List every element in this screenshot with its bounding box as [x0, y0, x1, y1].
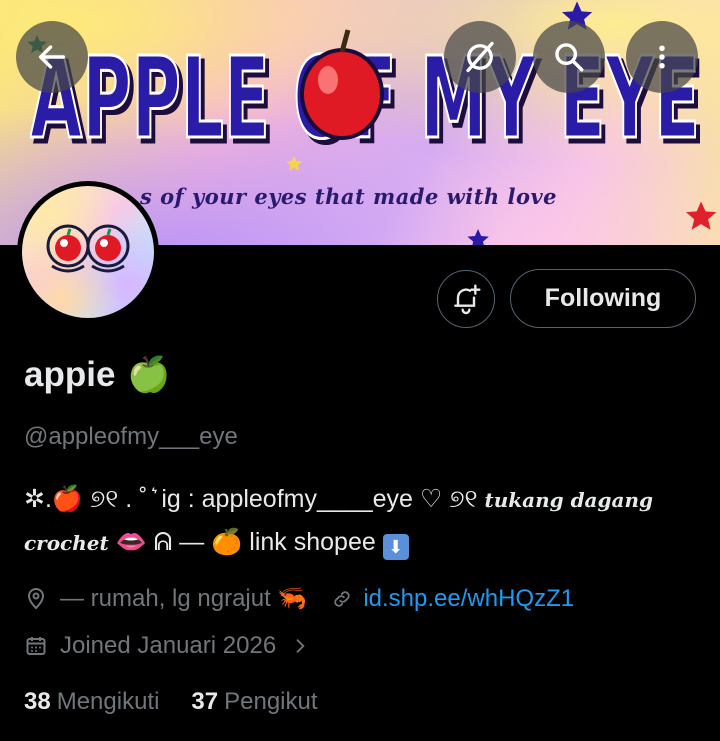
profile-link[interactable]: id.shp.ee/whHQzZ1 [363, 585, 574, 613]
profile-bio: ✲.🍎 ୭୧ . ˚ ͛ ig : appleofmy____eye ♡ ୭୧ … [24, 478, 694, 564]
display-name: appie 🍏 [24, 354, 171, 395]
bio-line-2-text: 👄 ᕱ — 🍊 link shopee [108, 528, 383, 556]
bio-line-2: crochet 👄 ᕱ — 🍊 link shopee ⬇ [24, 521, 694, 564]
calendar-icon [24, 634, 48, 658]
following-stat[interactable]: 38 Mengikuti [24, 688, 159, 716]
grok-icon [466, 41, 494, 73]
bio-script-text-2: crochet [24, 531, 109, 555]
more-vertical-icon [659, 45, 665, 69]
followers-label: Pengikut [224, 688, 318, 715]
arrow-left-icon [38, 45, 66, 69]
star-icon [467, 229, 489, 245]
star-icon [286, 155, 303, 171]
star-icon [685, 201, 717, 230]
bio-line-1: ✲.🍎 ୭୧ . ˚ ͛ ig : appleofmy____eye ♡ ୭୧ … [24, 478, 694, 521]
search-button[interactable] [533, 21, 605, 93]
followers-stat[interactable]: 37 Pengikut [191, 688, 317, 716]
back-button[interactable] [16, 21, 88, 93]
apple-eyes-illustration [46, 224, 130, 273]
avatar-image [22, 186, 154, 318]
green-apple-emoji: 🍏 [127, 355, 172, 394]
notifications-button[interactable] [437, 270, 495, 328]
following-count: 38 [24, 688, 51, 715]
location-pin-icon [24, 587, 48, 611]
more-button[interactable] [626, 21, 698, 93]
bio-line-1-text: ✲.🍎 ୭୧ . ˚ ͛ ig : appleofmy____eye ♡ ୭୧ [24, 485, 485, 513]
banner-subtitle: s of your eyes that made with love [140, 184, 558, 209]
bell-plus-icon [454, 284, 481, 315]
joined-text: Joined Januari 2026 [60, 632, 277, 659]
down-arrow-icon: ⬇ [382, 534, 409, 560]
following-label: Mengikuti [56, 688, 160, 715]
follow-stats: 38 Mengikuti 37 Pengikut [24, 688, 318, 716]
chevron-right-icon [290, 636, 310, 656]
username-handle: @appleofmy___eye [24, 423, 238, 450]
display-name-text: appie [24, 354, 116, 394]
search-icon [555, 43, 584, 72]
location-text: — rumah, lg ngrajut 🦐 [60, 585, 308, 612]
link-icon [331, 588, 353, 610]
followers-count: 37 [191, 688, 219, 715]
grok-button[interactable] [444, 21, 516, 93]
joined-row[interactable]: Joined Januari 2026 [24, 632, 322, 660]
avatar[interactable] [17, 181, 159, 323]
following-button[interactable]: Following [510, 269, 696, 328]
profile-meta-location: — rumah, lg ngrajut 🦐 id.shp.ee/whHQzZ1 [24, 584, 574, 613]
bio-script-text-1: tukang dagang [484, 488, 653, 512]
